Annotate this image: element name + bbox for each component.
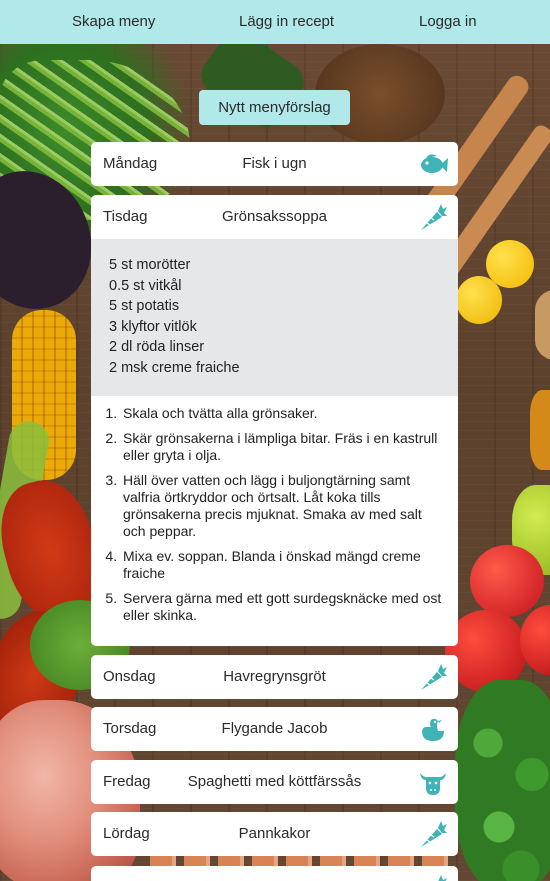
ingredient-item: 2 dl röda linser — [109, 339, 205, 355]
carrot-icon — [418, 820, 448, 848]
day-card-header[interactable]: Torsdag Flygande Jacob — [91, 707, 458, 751]
dish-name: Grönsakssoppa — [221, 208, 328, 225]
dish-name: Pannkakor — [238, 825, 311, 842]
day-card-header[interactable]: Fredag Spaghetti med köttfärssås — [91, 760, 458, 804]
day-card-thursday[interactable]: Torsdag Flygande Jacob — [91, 707, 458, 751]
carrot-icon — [418, 203, 448, 231]
instruction-step: Skär grönsakerna i lämpliga bitar. Fräs … — [121, 430, 446, 464]
ingredient-item: 0.5 st vitkål — [109, 277, 182, 294]
day-card-wednesday[interactable]: Onsdag Havregrynsgröt — [91, 655, 458, 699]
nav-create-menu-link[interactable]: Skapa meny — [72, 0, 155, 44]
cow-icon — [418, 768, 448, 796]
instruction-step: Skala och tvätta alla grönsaker. — [121, 405, 446, 422]
day-label: Tisdag — [103, 208, 148, 225]
day-label: Lördag — [103, 825, 150, 842]
dish-name: Fisk i ugn — [242, 155, 307, 172]
day-label: Fredag — [103, 773, 151, 790]
nav-add-recipe-link[interactable]: Lägg in recept — [239, 0, 334, 44]
ingredient-item: 5 st morötter — [109, 257, 191, 273]
fish-icon — [418, 150, 448, 178]
ingredients-list: 5 st morötter 0.5 st vitkål 5 st potatis… — [91, 239, 458, 396]
instruction-step: Servera gärna med ett gott surdegsknäcke… — [121, 590, 446, 624]
new-menu-button[interactable]: Nytt menyförslag — [199, 90, 350, 125]
instruction-step: Häll över vatten och lägg i buljongtärni… — [121, 472, 446, 540]
top-nav: Skapa meny Lägg in recept Logga in — [0, 0, 550, 44]
day-label: Onsdag — [103, 668, 156, 685]
day-label: Måndag — [103, 155, 158, 172]
day-card-header[interactable]: Onsdag Havregrynsgröt — [91, 655, 458, 699]
dish-name: Spaghetti med köttfärssås — [187, 773, 362, 790]
day-card-tuesday[interactable]: Tisdag Grönsakssoppa 5 st morötter 0.5 s… — [91, 195, 458, 646]
day-card-partial[interactable] — [91, 866, 458, 881]
ingredient-item: 3 klyftor vitlök — [109, 318, 197, 335]
carrot-icon — [418, 874, 448, 881]
day-card-friday[interactable]: Fredag Spaghetti med köttfärssås — [91, 760, 458, 804]
day-label: Torsdag — [103, 720, 157, 737]
ingredient-item: 2 msk creme fraiche — [109, 359, 240, 376]
nav-login-link[interactable]: Logga in — [419, 0, 477, 44]
instructions-list: Skala och tvätta alla grönsaker. Skär gr… — [91, 396, 458, 646]
day-card-header[interactable]: Lördag Pannkakor — [91, 812, 458, 856]
instruction-step: Mixa ev. soppan. Blanda i önskad mängd c… — [121, 548, 446, 582]
ingredient-item: 5 st potatis — [109, 298, 180, 314]
carrot-icon — [418, 663, 448, 691]
dish-name: Flygande Jacob — [221, 720, 328, 737]
chicken-icon — [418, 715, 448, 743]
day-card-saturday[interactable]: Lördag Pannkakor — [91, 812, 458, 856]
dish-name: Havregrynsgröt — [223, 668, 326, 685]
day-card-monday[interactable]: Måndag Fisk i ugn — [91, 142, 458, 186]
day-card-header[interactable]: Måndag Fisk i ugn — [91, 142, 458, 186]
day-card-header[interactable]: Tisdag Grönsakssoppa — [91, 195, 458, 239]
